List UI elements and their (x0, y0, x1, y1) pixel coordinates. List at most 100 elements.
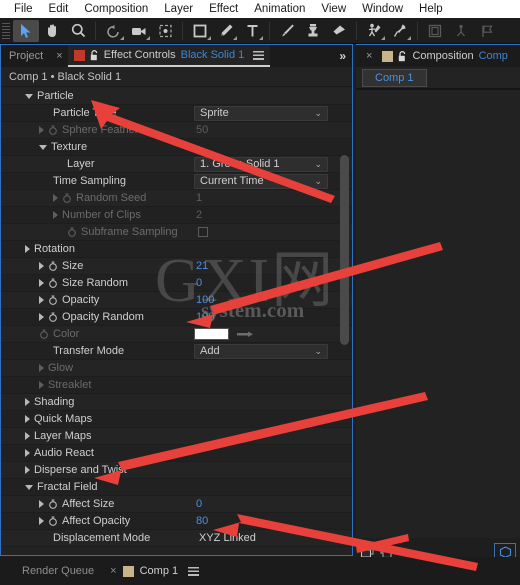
property-row[interactable]: Rotation (1, 241, 352, 258)
property-row[interactable]: Texture (1, 139, 352, 156)
property-row[interactable]: Affect Opacity 80 (1, 513, 352, 530)
brush-tool-button[interactable] (274, 20, 300, 42)
property-row[interactable]: Shading (1, 394, 352, 411)
property-row[interactable]: Streaklet (1, 377, 352, 394)
property-row[interactable]: Opacity 100 (1, 292, 352, 309)
chevron-down-icon[interactable]: ⌄ (314, 159, 322, 170)
property-value[interactable]: 100 (196, 294, 214, 306)
rotation-tool-button[interactable] (100, 20, 126, 42)
composition-chip-comp1[interactable]: Comp 1 (362, 68, 427, 87)
workspace-flag-button[interactable] (474, 20, 500, 42)
property-checkbox[interactable] (198, 227, 208, 237)
lock-icon[interactable] (398, 50, 407, 62)
property-dropdown[interactable]: Add ⌄ (194, 343, 328, 359)
stopwatch-icon[interactable] (48, 516, 58, 526)
twirl-right-icon[interactable] (39, 126, 44, 134)
twirl-right-icon[interactable] (25, 449, 30, 457)
property-row[interactable]: Size 21 (1, 258, 352, 275)
property-dropdown[interactable]: Current Time ⌄ (194, 173, 328, 189)
tab-effect-controls[interactable]: Effect Controls Black Solid 1 (67, 45, 271, 67)
pan-behind-tool-button[interactable] (152, 20, 178, 42)
twirl-right-icon[interactable] (53, 194, 58, 202)
property-row[interactable]: Layer Maps (1, 428, 352, 445)
twirl-right-icon[interactable] (25, 245, 30, 253)
property-row[interactable]: Particle (1, 88, 352, 105)
twirl-right-icon[interactable] (25, 415, 30, 423)
property-row[interactable]: Color (1, 326, 352, 343)
workspace-panel-button[interactable] (422, 20, 448, 42)
tab-comp1[interactable]: Comp 1 (134, 565, 185, 577)
property-dropdown[interactable]: Sprite ⌄ (194, 105, 328, 121)
property-value[interactable]: 0 (196, 498, 202, 510)
property-value[interactable]: 0 (196, 277, 202, 289)
property-value[interactable]: 21 (196, 260, 208, 272)
camera-tool-button[interactable] (126, 20, 152, 42)
twirl-right-icon[interactable] (39, 279, 44, 287)
tab-project[interactable]: Project (1, 45, 51, 67)
property-value[interactable]: 80 (196, 515, 208, 527)
hand-tool-button[interactable] (39, 20, 65, 42)
stopwatch-icon[interactable] (62, 193, 72, 203)
menu-item-file[interactable]: File (6, 0, 41, 18)
property-row[interactable]: Layer 1. Green Solid 1 ⌄ (1, 156, 352, 173)
property-list[interactable]: Particle Particle Type Sprite ⌄ Sphere Feath… (1, 88, 352, 555)
twirl-right-icon[interactable] (25, 398, 30, 406)
twirl-right-icon[interactable] (53, 211, 58, 219)
property-value[interactable]: 1 (196, 192, 202, 204)
twirl-right-icon[interactable] (39, 262, 44, 270)
pen-tool-button[interactable] (213, 20, 239, 42)
property-value[interactable]: XYZ Linked (199, 532, 256, 544)
property-row[interactable]: Random Seed 1 (1, 190, 352, 207)
property-row[interactable]: Number of Clips 2 (1, 207, 352, 224)
twirl-down-icon[interactable] (39, 144, 47, 150)
twirl-right-icon[interactable] (25, 432, 30, 440)
menu-item-effect[interactable]: Effect (201, 0, 246, 18)
menu-item-composition[interactable]: Composition (76, 0, 156, 18)
property-row[interactable]: Time Sampling Current Time ⌄ (1, 173, 352, 190)
menu-item-help[interactable]: Help (411, 0, 451, 18)
property-row[interactable]: Subframe Sampling (1, 224, 352, 241)
roto-brush-tool-button[interactable] (361, 20, 387, 42)
property-row[interactable]: Opacity Random 100 (1, 309, 352, 326)
chevron-down-icon[interactable]: ⌄ (314, 176, 322, 187)
tab-project-close-icon[interactable]: × (51, 50, 67, 62)
property-row[interactable]: Particle Type Sprite ⌄ (1, 105, 352, 122)
property-dropdown[interactable]: 1. Green Solid 1 ⌄ (194, 156, 328, 172)
color-swatch[interactable] (194, 328, 229, 340)
chevron-down-icon[interactable]: ⌄ (314, 108, 322, 119)
zoom-tool-button[interactable] (65, 20, 91, 42)
twirl-right-icon[interactable] (39, 381, 44, 389)
workspace-rig-button[interactable] (448, 20, 474, 42)
tab-render-queue[interactable]: Render Queue (12, 565, 104, 577)
property-row[interactable]: Audio React (1, 445, 352, 462)
property-value[interactable]: 100 (196, 311, 214, 323)
tab-render-queue-close-icon[interactable]: × (104, 565, 122, 577)
twirl-right-icon[interactable] (39, 296, 44, 304)
eraser-tool-button[interactable] (326, 20, 352, 42)
twirl-right-icon[interactable] (39, 517, 44, 525)
eyedropper-icon[interactable] (237, 330, 257, 339)
property-list-scrollbar[interactable] (340, 155, 349, 345)
stopwatch-icon[interactable] (48, 278, 58, 288)
chevron-down-icon[interactable]: ⌄ (314, 346, 322, 357)
stopwatch-icon[interactable] (48, 499, 58, 509)
property-row[interactable]: Transfer Mode Add ⌄ (1, 343, 352, 360)
clone-stamp-tool-button[interactable] (300, 20, 326, 42)
panel-menu-icon[interactable] (253, 50, 265, 60)
property-row[interactable]: Glow (1, 360, 352, 377)
property-row[interactable]: Sphere Feather 50 (1, 122, 352, 139)
puppet-pin-tool-button[interactable] (387, 20, 413, 42)
composition-viewer[interactable] (356, 89, 520, 567)
property-row[interactable]: Size Random 0 (1, 275, 352, 292)
property-row[interactable]: Disperse and Twist (1, 462, 352, 479)
stopwatch-icon[interactable] (39, 329, 49, 339)
twirl-down-icon[interactable] (25, 484, 33, 490)
property-row[interactable]: Quick Maps (1, 411, 352, 428)
menu-item-animation[interactable]: Animation (246, 0, 313, 18)
twirl-right-icon[interactable] (25, 466, 30, 474)
stopwatch-icon[interactable] (48, 312, 58, 322)
lock-icon[interactable] (90, 49, 99, 61)
twirl-right-icon[interactable] (39, 500, 44, 508)
bottom-panel-menu-icon[interactable] (188, 566, 200, 576)
twirl-down-icon[interactable] (25, 93, 33, 99)
